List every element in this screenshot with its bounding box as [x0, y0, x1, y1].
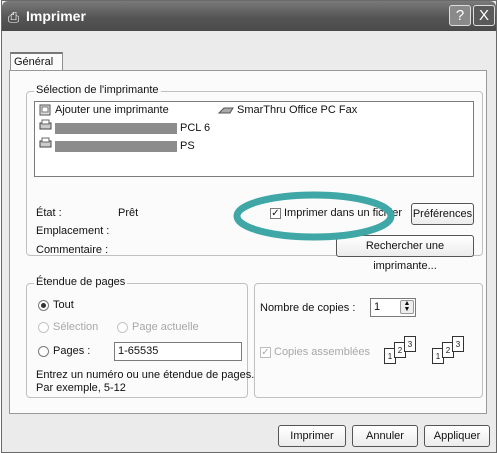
list-item-add-printer[interactable]: Ajouter une imprimante	[39, 104, 169, 116]
help-button[interactable]: ?	[449, 5, 471, 26]
page-number: 3	[404, 336, 416, 352]
checkbox-checked-icon: ✓	[260, 346, 271, 358]
location-label: Emplacement :	[36, 225, 110, 237]
radio-selection[interactable]: Sélection	[38, 321, 98, 333]
printer-selection-legend: Sélection de l'imprimante	[34, 84, 161, 96]
collate-checkbox[interactable]: ✓ Copies assemblées	[260, 346, 370, 358]
printer-icon	[39, 119, 52, 130]
radio-pages[interactable]: Pages :	[38, 345, 90, 357]
radio-icon	[38, 345, 49, 357]
page-range-hint-line1: Entrez un numéro ou une étendue de pages…	[36, 369, 255, 381]
printer-icon	[39, 137, 52, 148]
redacted-printer-name	[55, 141, 177, 152]
copies-count-label: Nombre de copies :	[260, 302, 356, 314]
redacted-printer-name	[55, 123, 177, 134]
page-range-legend: Étendue de pages	[34, 276, 128, 288]
tab-general[interactable]: Général	[10, 52, 63, 71]
close-button[interactable]: X	[473, 5, 495, 26]
status-value: Prêt	[118, 207, 139, 219]
printer-ps-label: PS	[180, 140, 195, 152]
radio-icon	[117, 321, 128, 333]
collate-pages-icon: 1 2 3	[384, 336, 429, 376]
radio-pages-label: Pages :	[53, 345, 91, 357]
title-bar: ⎙ Imprimer ? X	[2, 1, 496, 31]
cancel-button[interactable]: Annuler	[352, 425, 418, 447]
collate-label: Copies assemblées	[274, 346, 370, 358]
printer-icon: ⎙	[8, 9, 20, 25]
printer-list[interactable]: Ajouter une imprimante SmarThru Office P…	[34, 101, 474, 177]
radio-all[interactable]: Tout	[38, 299, 74, 311]
list-item-label: SmarThru Office PC Fax	[237, 104, 358, 116]
radio-selected-icon	[38, 299, 49, 311]
radio-current-page[interactable]: Page actuelle	[117, 321, 199, 333]
annotation-ellipse	[233, 191, 395, 241]
radio-icon	[38, 321, 49, 333]
print-dialog: ⎙ Imprimer ? X Général Sélection de l'im…	[1, 0, 497, 453]
list-item-fax[interactable]: SmarThru Office PC Fax	[218, 104, 357, 116]
comment-label: Commentaire :	[36, 244, 109, 256]
preferences-button[interactable]: Préférences	[411, 203, 474, 225]
add-printer-icon	[39, 104, 51, 116]
page-range-hint-line2: Par exemple, 5-12	[36, 382, 126, 394]
radio-all-label: Tout	[53, 299, 74, 311]
pages-input[interactable]: 1-65535	[114, 342, 242, 361]
printer-pcl6-label: PCL 6	[180, 122, 211, 134]
print-button[interactable]: Imprimer	[278, 425, 346, 447]
fax-icon	[218, 107, 234, 114]
window-title: Imprimer	[26, 8, 86, 24]
page-number: 3	[452, 336, 464, 352]
radio-current-page-label: Page actuelle	[132, 321, 199, 333]
collate-pages-icon: 1 2 3	[432, 336, 477, 376]
radio-selection-label: Sélection	[53, 321, 99, 333]
apply-button[interactable]: Appliquer	[424, 425, 490, 447]
status-label: État :	[36, 207, 62, 219]
list-item-label: Ajouter une imprimante	[55, 104, 169, 116]
copies-spinner[interactable]: ▲ ▼	[400, 300, 414, 314]
